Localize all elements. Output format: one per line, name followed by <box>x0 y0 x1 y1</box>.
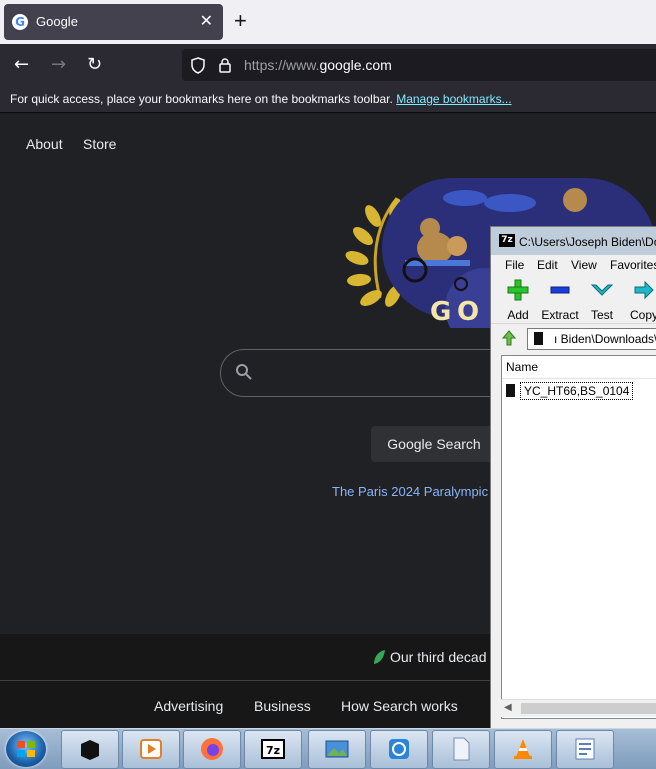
extract-button[interactable]: Extract <box>538 279 582 322</box>
file-icon <box>506 384 515 397</box>
svg-text:7z: 7z <box>266 744 280 757</box>
green-plus-icon <box>507 279 529 301</box>
taskbar-firefox[interactable] <box>183 730 241 769</box>
add-button[interactable]: Add <box>496 279 540 322</box>
forward-arrow-icon[interactable]: → <box>51 55 66 75</box>
terminal-icon <box>81 740 99 760</box>
drive-icon <box>534 332 543 345</box>
windows-start-button[interactable] <box>6 731 46 767</box>
teal-check-icon <box>590 284 614 296</box>
photo-viewer-icon <box>325 740 349 758</box>
navigation-toolbar: ← → ↻ https://www.google.com <box>0 44 656 86</box>
taskbar-document[interactable] <box>556 730 614 769</box>
close-icon[interactable]: ✕ <box>200 11 213 31</box>
folder-up-icon[interactable] <box>501 330 517 346</box>
taskbar-media-player[interactable] <box>122 730 180 769</box>
url-bar[interactable]: https://www.google.com <box>182 49 656 81</box>
document-icon <box>575 738 595 760</box>
column-header-label: Name <box>506 360 539 374</box>
7zip-icon: 7z <box>261 739 285 759</box>
menu-file[interactable]: File <box>505 258 524 272</box>
address-bar: ı Biden\Downloads\ <box>491 325 656 353</box>
horizontal-scrollbar[interactable]: ◀ <box>501 699 656 717</box>
scroll-left-icon[interactable]: ◀ <box>504 702 512 713</box>
store-link[interactable]: Store <box>83 136 116 152</box>
file-name: YC_HT66,BS_0104 <box>520 382 634 400</box>
tab-strip: G Google ✕ + <box>0 0 656 44</box>
manage-bookmarks-link[interactable]: Manage bookmarks... <box>396 92 511 106</box>
taskbar: 7z <box>0 728 656 769</box>
reload-icon[interactable]: ↻ <box>87 55 102 75</box>
zip-toolbar: Add Extract Test Copy <box>491 275 656 324</box>
taskbar-7zip[interactable]: 7z <box>244 730 302 769</box>
media-player-icon <box>140 739 162 759</box>
advertising-link[interactable]: Advertising <box>154 698 223 714</box>
7zip-app-icon: 7z <box>499 234 515 247</box>
file-icon <box>453 737 470 761</box>
bookmarks-toolbar: For quick access, place your bookmarks h… <box>0 86 656 113</box>
column-header-name[interactable]: Name <box>502 356 656 379</box>
plus-icon[interactable]: + <box>234 8 247 34</box>
search-icon <box>236 364 252 380</box>
file-list[interactable]: Name YC_HT66,BS_0104 <box>501 355 656 719</box>
blue-minus-icon <box>550 286 570 294</box>
scroll-thumb[interactable] <box>521 703 656 714</box>
taskbar-file[interactable] <box>432 730 490 769</box>
promo-link[interactable]: The Paris 2024 Paralympic <box>332 484 488 499</box>
back-arrow-icon[interactable]: ← <box>14 55 29 75</box>
how-search-works-link[interactable]: How Search works <box>341 698 458 714</box>
menu-view[interactable]: View <box>571 258 597 272</box>
taskbar-photo-viewer[interactable] <box>308 730 366 769</box>
menu-edit[interactable]: Edit <box>537 258 558 272</box>
url-text[interactable]: https://www.google.com <box>244 57 392 73</box>
menu-favorites[interactable]: Favorites <box>610 258 656 272</box>
shield-icon[interactable] <box>190 57 206 74</box>
copy-label: Copy <box>629 308 656 322</box>
copy-arrow-icon <box>634 280 654 300</box>
app-icon <box>389 739 409 759</box>
taskbar-app[interactable] <box>370 730 428 769</box>
svg-text:G: G <box>430 297 451 327</box>
add-label: Add <box>507 308 529 322</box>
tab-title: Google <box>36 14 78 29</box>
bookmarks-hint: For quick access, place your bookmarks h… <box>10 92 512 106</box>
taskbar-terminal[interactable] <box>61 730 119 769</box>
window-title: C:\Users\Joseph Biden\Do <box>519 235 656 249</box>
taskbar-vlc[interactable] <box>494 730 552 769</box>
copy-button[interactable]: Copy <box>622 279 656 322</box>
vlc-icon <box>514 739 532 759</box>
svg-text:O: O <box>457 297 479 327</box>
footer-promo-link[interactable]: Our third decad <box>390 649 487 665</box>
windows-start-icon <box>17 741 35 757</box>
lock-icon[interactable] <box>218 57 232 73</box>
test-button[interactable]: Test <box>580 279 624 322</box>
path-text: ı Biden\Downloads\ <box>554 332 656 346</box>
7zip-window[interactable]: 7z C:\Users\Joseph Biden\Do File Edit Vi… <box>490 226 656 732</box>
leaf-icon <box>374 650 385 664</box>
extract-label: Extract <box>541 308 579 322</box>
google-search-button[interactable]: Google Search <box>371 426 497 462</box>
firefox-icon <box>201 738 223 760</box>
menu-bar: File Edit View Favorites <box>491 255 656 275</box>
about-link[interactable]: About <box>26 136 63 152</box>
path-field[interactable]: ı Biden\Downloads\ <box>527 328 656 350</box>
google-g-icon: G <box>12 14 28 30</box>
tab-google[interactable]: G Google ✕ <box>4 4 223 40</box>
test-label: Test <box>590 308 613 322</box>
window-titlebar[interactable]: 7z C:\Users\Joseph Biden\Do <box>491 227 656 256</box>
business-link[interactable]: Business <box>254 698 311 714</box>
